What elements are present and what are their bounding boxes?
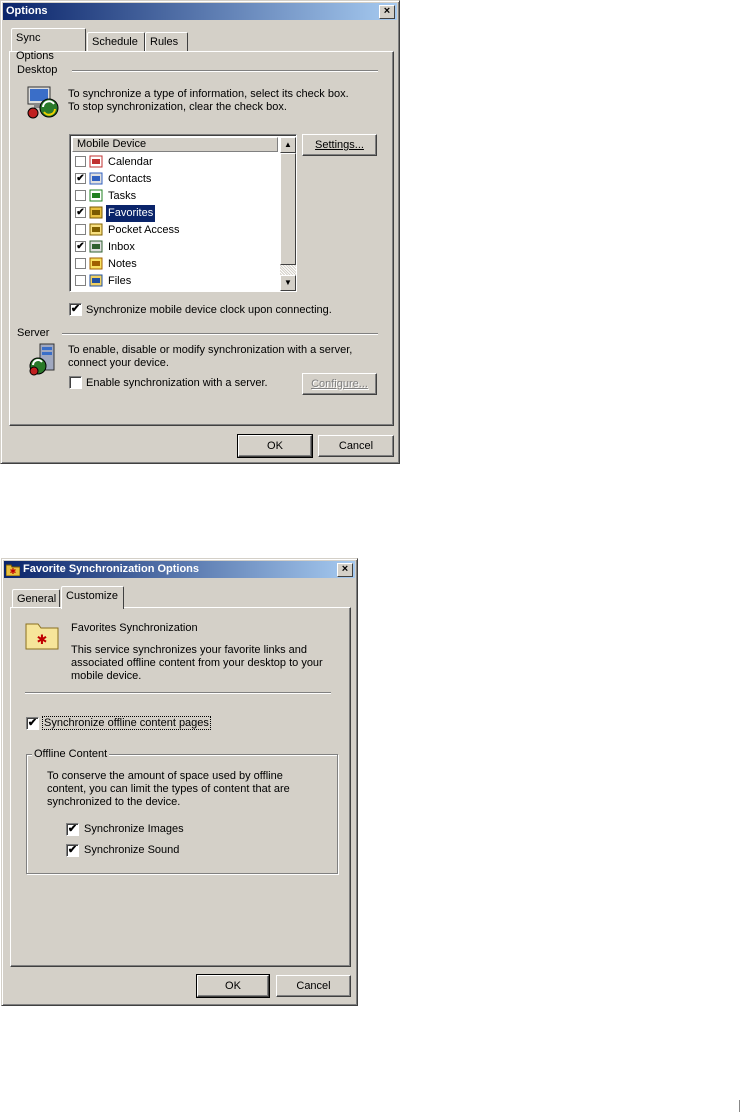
- options-cancel-button[interactable]: Cancel: [318, 435, 394, 457]
- list-item-checkbox[interactable]: [75, 190, 86, 201]
- options-ok-button[interactable]: OK: [237, 434, 313, 458]
- sync-sound-checkbox[interactable]: ✔: [66, 844, 79, 857]
- close-icon: ×: [341, 563, 349, 575]
- page-margin-mark: [739, 1100, 740, 1112]
- favorites-title: Favorite Synchronization Options: [23, 563, 200, 575]
- inbox-icon: [89, 240, 103, 253]
- calendar-icon: [89, 155, 103, 168]
- close-button[interactable]: ×: [379, 5, 395, 19]
- customize-panel: ✱ Favorites Synchronization This service…: [10, 607, 351, 967]
- list-item-label: Tasks: [108, 190, 137, 202]
- check-icon: ✔: [67, 823, 78, 835]
- check-icon: ✔: [67, 844, 78, 856]
- svg-text:✱: ✱: [10, 567, 17, 576]
- folder-icon: ✱: [25, 623, 59, 650]
- list-item-checkbox[interactable]: ✔: [75, 241, 86, 252]
- list-item[interactable]: ✔ Inbox: [72, 239, 278, 256]
- close-icon: ×: [383, 5, 391, 17]
- scroll-down-button[interactable]: ▼: [280, 275, 296, 291]
- offline-content-label: Offline Content: [32, 748, 110, 760]
- favorites-dialog: ✱ Favorite Synchronization Options × Gen…: [1, 558, 358, 1006]
- offline-content-description: To conserve the amount of space used by …: [47, 770, 290, 808]
- sync-images-label[interactable]: Synchronize Images: [84, 823, 184, 835]
- list-item[interactable]: Files: [72, 273, 278, 290]
- clock-sync-label[interactable]: Synchronize mobile device clock upon con…: [86, 304, 332, 316]
- options-dialog: Options × Sync Options Schedule Rules De…: [0, 0, 400, 464]
- check-icon: ✔: [70, 303, 81, 315]
- list-item[interactable]: ✔ Favorites: [72, 204, 278, 223]
- list-item-checkbox[interactable]: [75, 156, 86, 167]
- list-item-label: Pocket Access: [108, 224, 180, 236]
- files-icon: [89, 274, 103, 287]
- notes-icon: [89, 257, 103, 270]
- desktop-sync-icon: [27, 86, 59, 119]
- clock-sync-checkbox[interactable]: ✔: [69, 303, 82, 316]
- list-item-label: Favorites: [104, 204, 157, 223]
- sync-offline-checkbox[interactable]: ✔: [26, 717, 39, 730]
- list-item-label: Inbox: [108, 241, 135, 253]
- sync-images-checkbox[interactable]: ✔: [66, 823, 79, 836]
- desktop-group-label: Desktop: [17, 64, 62, 76]
- desktop-description: To synchronize a type of information, se…: [68, 88, 349, 113]
- favorites-title-icon: ✱: [6, 564, 20, 576]
- server-group-label: Server: [17, 327, 54, 339]
- check-icon: ✔: [27, 717, 38, 729]
- list-item[interactable]: Tasks: [72, 188, 278, 205]
- check-icon: ✔: [76, 207, 85, 218]
- list-scrollbar[interactable]: ▲ ▼: [280, 137, 296, 291]
- header-divider: [25, 692, 331, 694]
- tab-rules[interactable]: Rules: [145, 32, 188, 52]
- list-item[interactable]: Pocket Access: [72, 222, 278, 239]
- options-title: Options: [6, 5, 48, 17]
- list-item-label: Files: [108, 275, 132, 287]
- favorites-titlebar[interactable]: ✱ Favorite Synchronization Options ×: [4, 561, 355, 578]
- server-sync-icon: [29, 343, 55, 376]
- list-item-checkbox[interactable]: [75, 275, 86, 286]
- list-item[interactable]: ✔ Contacts: [72, 171, 278, 188]
- sync-items-list[interactable]: Mobile Device Calendar ✔ Contacts Tasks ✔ Fav…: [69, 134, 297, 292]
- favorites-description: This service synchronizes your favorite …: [71, 644, 323, 682]
- list-item[interactable]: Calendar: [72, 154, 278, 171]
- sync-options-panel: Desktop To synchronize a type of informa…: [9, 51, 394, 426]
- list-item[interactable]: Notes: [72, 256, 278, 273]
- tab-general[interactable]: General: [12, 589, 60, 609]
- favorites-cancel-button[interactable]: Cancel: [276, 975, 351, 997]
- sync-sound-label[interactable]: Synchronize Sound: [84, 844, 179, 856]
- tab-customize[interactable]: Customize: [61, 586, 124, 609]
- list-item-checkbox[interactable]: ✔: [75, 207, 86, 218]
- tasks-icon: [89, 189, 103, 202]
- enable-server-checkbox[interactable]: [69, 376, 82, 389]
- favorites-heading: Favorites Synchronization: [71, 622, 198, 634]
- check-icon: ✔: [76, 173, 85, 184]
- list-header-mobile-device[interactable]: Mobile Device: [72, 137, 278, 152]
- list-item-checkbox[interactable]: [75, 258, 86, 269]
- sync-offline-label[interactable]: Synchronize offline content pages: [42, 716, 211, 730]
- list-item-checkbox[interactable]: ✔: [75, 173, 86, 184]
- enable-server-label[interactable]: Enable synchronization with a server.: [86, 377, 268, 389]
- svg-text:✱: ✱: [37, 633, 48, 648]
- tab-schedule[interactable]: Schedule: [87, 32, 145, 52]
- list-item-checkbox[interactable]: [75, 224, 86, 235]
- pocket-access-icon: [89, 223, 103, 236]
- server-divider: [62, 333, 378, 335]
- scroll-thumb[interactable]: [280, 153, 296, 265]
- server-description: To enable, disable or modify synchroniza…: [68, 344, 353, 369]
- check-icon: ✔: [76, 241, 85, 252]
- desktop-divider: [72, 70, 378, 72]
- contacts-icon: [89, 172, 103, 185]
- options-titlebar[interactable]: Options ×: [3, 3, 397, 20]
- close-button[interactable]: ×: [337, 563, 353, 577]
- list-item-label: Contacts: [108, 173, 152, 185]
- settings-button[interactable]: Settings...: [302, 134, 377, 156]
- scroll-up-button[interactable]: ▲: [280, 137, 296, 153]
- favorites-ok-button[interactable]: OK: [196, 974, 270, 998]
- list-item-label: Calendar: [108, 156, 153, 168]
- favorites-icon: [89, 206, 103, 219]
- tab-sync-options[interactable]: Sync Options: [11, 28, 86, 62]
- list-item-label: Notes: [108, 258, 137, 270]
- configure-button[interactable]: Configure...: [302, 373, 377, 395]
